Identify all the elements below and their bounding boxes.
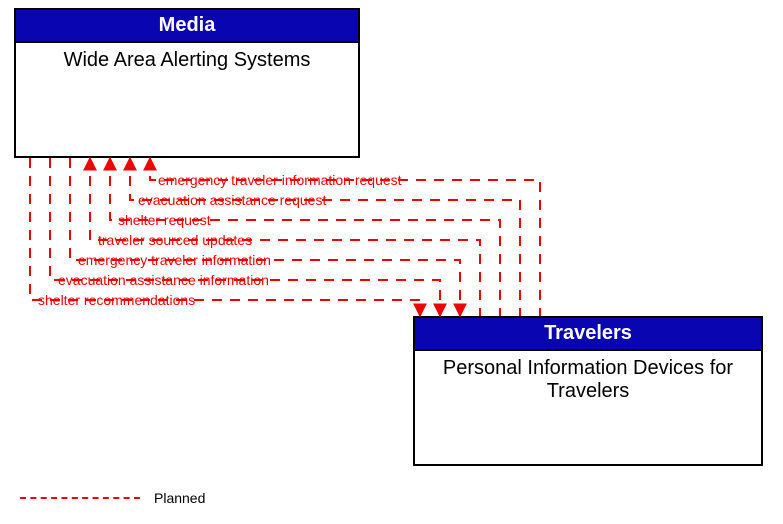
- node-media-header: Media: [16, 10, 358, 43]
- flow-label: traveler sourced updates: [98, 232, 252, 248]
- legend-planned-line: [20, 497, 140, 499]
- legend-planned-label: Planned: [154, 490, 205, 506]
- node-media-title: Wide Area Alerting Systems: [16, 43, 358, 112]
- flow-label: evacuation assistance information: [58, 272, 269, 288]
- flow-label: evacuation assistance request: [138, 192, 326, 208]
- flow-label: emergency traveler information request: [158, 172, 402, 188]
- node-media: Media Wide Area Alerting Systems: [14, 8, 360, 158]
- legend: Planned: [20, 490, 205, 506]
- node-travelers: Travelers Personal Information Devices f…: [413, 316, 763, 466]
- node-travelers-title: Personal Information Devices for Travele…: [415, 351, 761, 443]
- flow-label: shelter recommendations: [38, 292, 195, 308]
- flow-label: emergency traveler information: [78, 252, 271, 268]
- flow-label: shelter request: [118, 212, 211, 228]
- node-travelers-header: Travelers: [415, 318, 761, 351]
